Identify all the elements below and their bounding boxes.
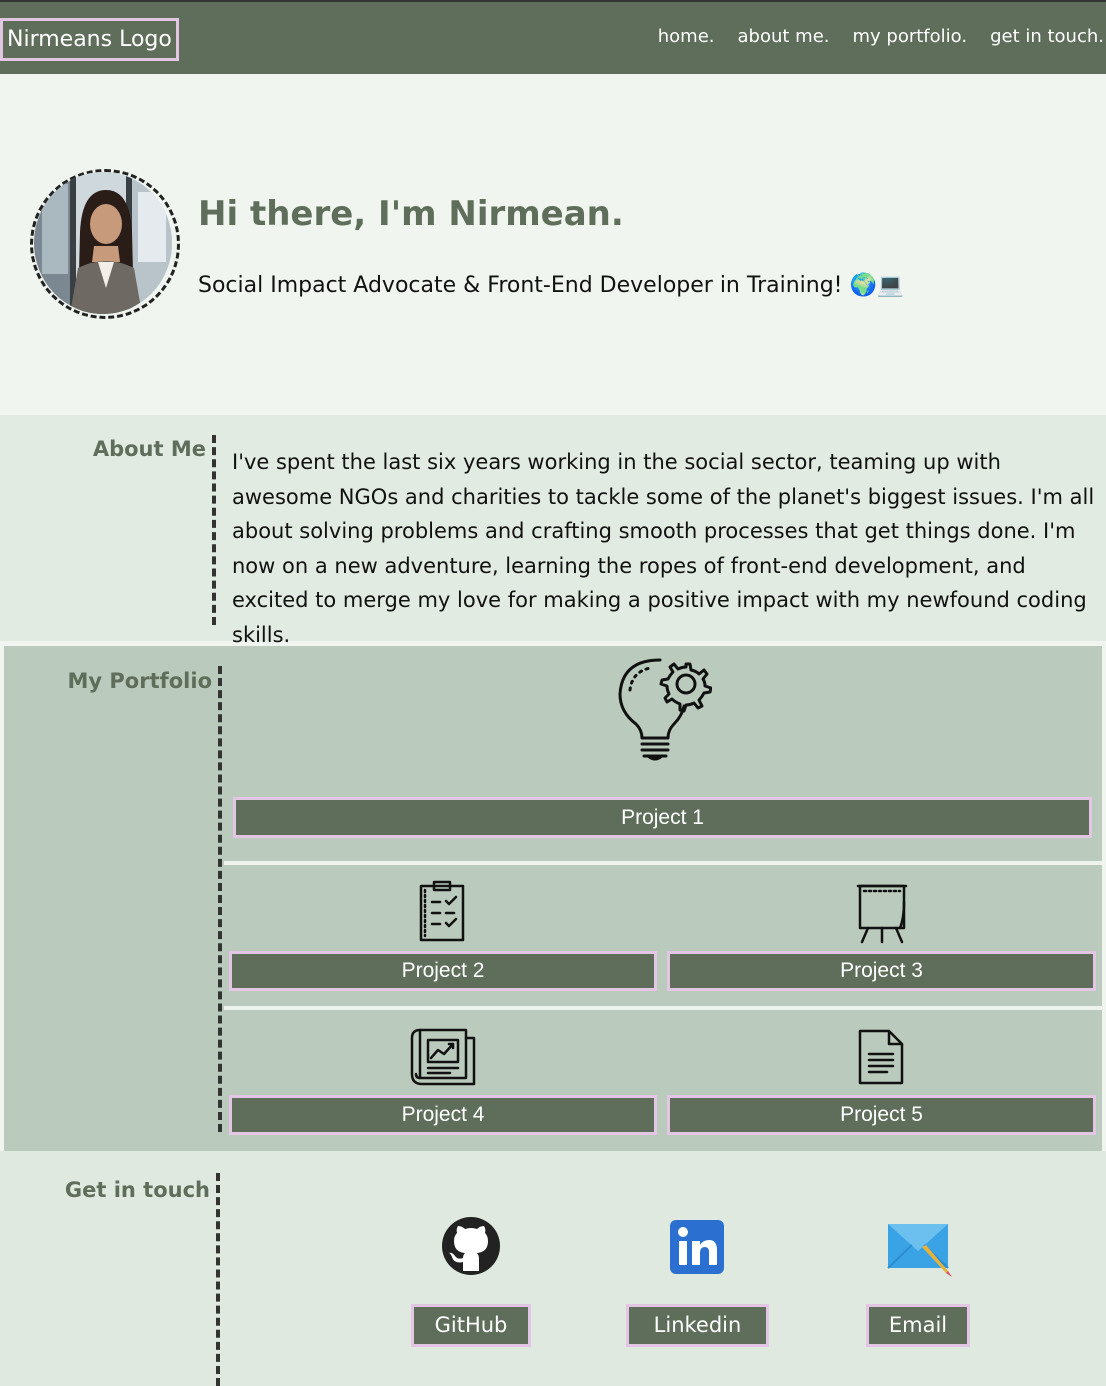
about-divider	[212, 435, 216, 625]
clipboard-checklist-icon	[419, 880, 465, 942]
github-icon[interactable]	[442, 1217, 500, 1275]
nav-link-contact[interactable]: get in touch.	[990, 26, 1104, 47]
nav-link-about[interactable]: about me.	[738, 26, 830, 47]
chart-document-icon	[410, 1028, 476, 1086]
lightbulb-gear-icon	[618, 658, 712, 761]
project-3-button[interactable]: Project 3	[667, 951, 1096, 991]
hero-heading: Hi there, I'm Nirmean.	[198, 194, 624, 234]
project-2-button[interactable]: Project 2	[229, 951, 657, 991]
hero-subtitle: Social Impact Advocate & Front-End Devel…	[198, 273, 905, 298]
text-document-icon	[858, 1029, 904, 1085]
hero-section: Hi there, I'm Nirmean. Social Impact Adv…	[0, 74, 1106, 415]
portfolio-section: My Portfolio Project 1 Project 2 Project…	[4, 646, 1102, 1151]
contact-section: Get in touch GitHub Linkedin Email	[0, 1151, 1106, 1386]
contact-divider	[216, 1173, 220, 1386]
avatar-photo	[34, 172, 172, 314]
flipchart-easel-icon	[856, 884, 908, 944]
linkedin-icon[interactable]	[670, 1220, 724, 1274]
project-1-button[interactable]: Project 1	[233, 797, 1092, 838]
portfolio-row-separator-2	[224, 1006, 1102, 1010]
nav-link-home[interactable]: home.	[658, 26, 715, 47]
site-logo[interactable]: Nirmeans Logo	[0, 18, 179, 61]
nav-link-portfolio[interactable]: my portfolio.	[853, 26, 968, 47]
about-section: About Me I've spent the last six years w…	[0, 415, 1106, 647]
portfolio-row-separator	[224, 861, 1102, 865]
contact-heading: Get in touch	[64, 1178, 210, 1202]
top-navbar: Nirmeans Logo home. about me. my portfol…	[0, 0, 1106, 74]
github-button[interactable]: GitHub	[411, 1304, 531, 1347]
email-icon[interactable]	[886, 1221, 956, 1279]
linkedin-button[interactable]: Linkedin	[626, 1304, 769, 1347]
profile-photo-frame	[30, 169, 180, 319]
portfolio-heading: My Portfolio	[67, 669, 213, 693]
email-button[interactable]: Email	[866, 1304, 970, 1347]
portfolio-divider	[218, 666, 222, 1132]
project-5-button[interactable]: Project 5	[667, 1095, 1096, 1135]
about-paragraph: I've spent the last six years working in…	[232, 450, 1095, 647]
about-heading: About Me	[92, 437, 206, 461]
project-4-button[interactable]: Project 4	[229, 1095, 657, 1135]
avatar	[34, 172, 172, 314]
nav-links: home. about me. my portfolio. get in tou…	[658, 26, 1104, 47]
